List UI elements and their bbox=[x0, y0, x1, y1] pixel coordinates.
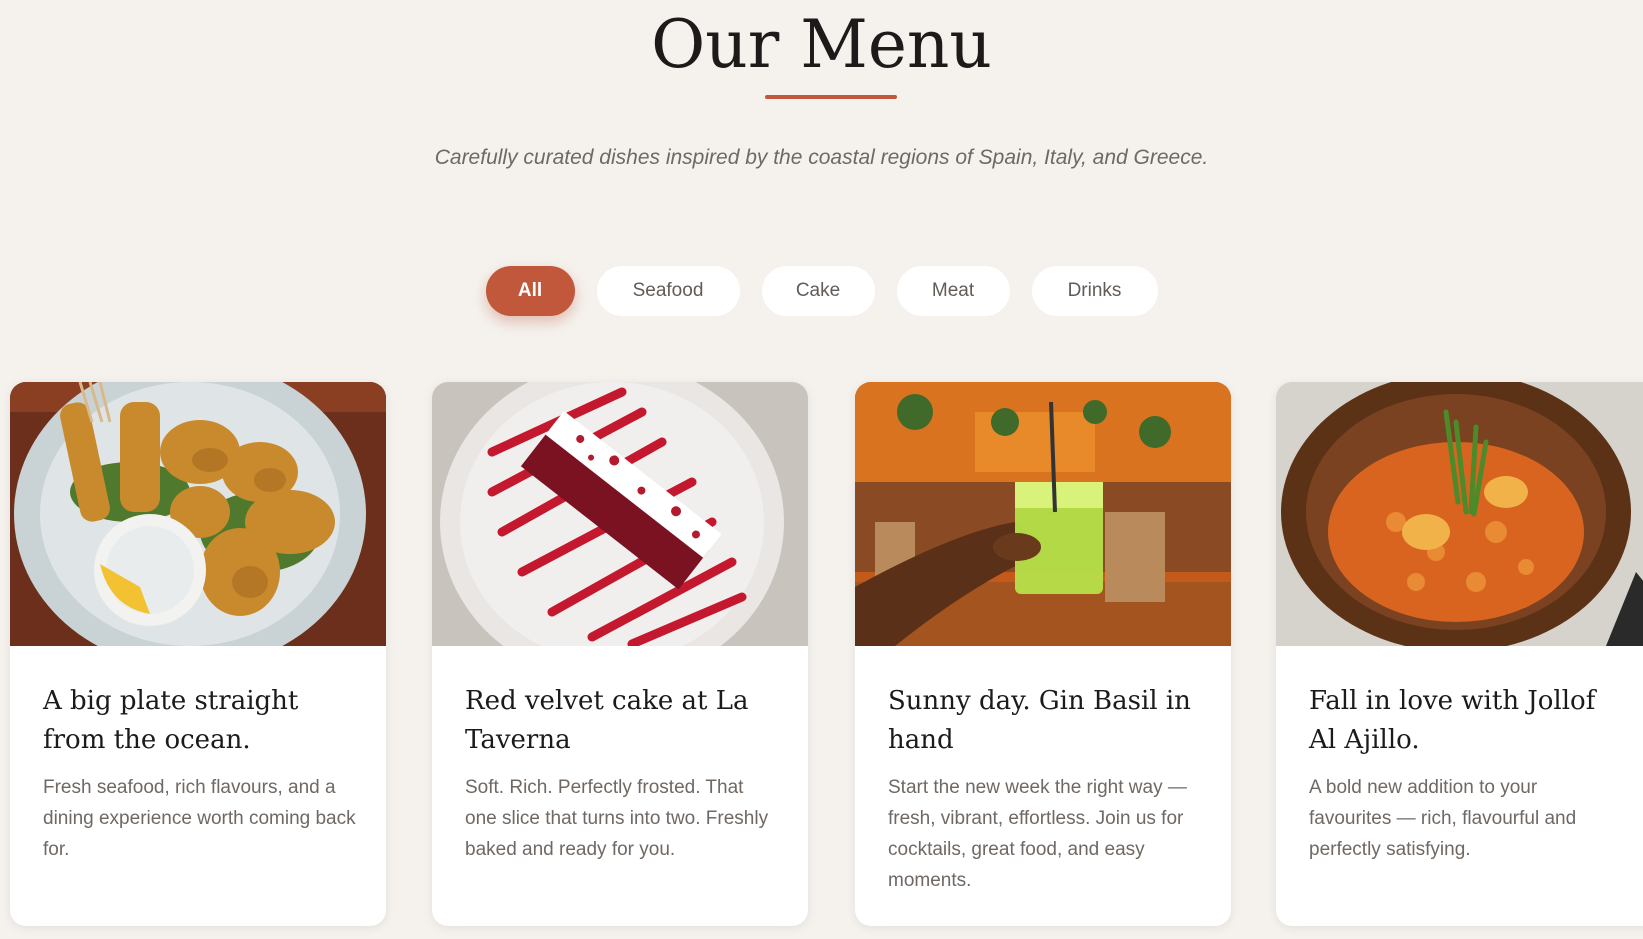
filter-cake[interactable]: Cake bbox=[761, 266, 875, 316]
card-title: A big plate straight from the ocean. bbox=[43, 686, 299, 755]
menu-card-cake[interactable]: Red velvet cake at La Taverna Soft. Rich… bbox=[432, 382, 808, 926]
title-underline bbox=[765, 95, 897, 99]
card-title: Fall in love with Jollof Al Ajillo. bbox=[1309, 686, 1596, 755]
menu-card-jollof[interactable]: Fall in love with Jollof Al Ajillo. A bo… bbox=[1276, 382, 1643, 926]
card-title: Sunny day. Gin Basil in hand bbox=[888, 686, 1191, 755]
page-title: Our Menu bbox=[651, 6, 992, 83]
red-velvet-cake-photo bbox=[432, 382, 808, 646]
card-description: A bold new addition to your favourites —… bbox=[1309, 777, 1577, 860]
filter-drinks[interactable]: Drinks bbox=[1031, 266, 1158, 316]
card-description: Fresh seafood, rich flavours, and a dini… bbox=[43, 777, 356, 860]
category-filters: All Seafood Cake Meat Drinks bbox=[0, 266, 1643, 316]
menu-page: Our Menu Carefully curated dishes inspir… bbox=[0, 0, 1643, 939]
gin-basil-cocktail-photo bbox=[855, 382, 1231, 646]
card-description: Soft. Rich. Perfectly frosted. That one … bbox=[465, 777, 769, 860]
filter-all[interactable]: All bbox=[485, 266, 575, 316]
card-title: Red velvet cake at La Taverna bbox=[465, 686, 749, 755]
menu-card-drinks[interactable]: Sunny day. Gin Basil in hand Start the n… bbox=[855, 382, 1231, 926]
menu-cards: A big plate straight from the ocean. Fre… bbox=[0, 382, 1643, 939]
menu-card-seafood[interactable]: A big plate straight from the ocean. Fre… bbox=[10, 382, 386, 926]
filter-meat[interactable]: Meat bbox=[896, 266, 1010, 316]
jollof-rice-bowl-photo bbox=[1276, 382, 1643, 646]
filter-seafood[interactable]: Seafood bbox=[596, 266, 740, 316]
card-description: Start the new week the right way — fresh… bbox=[888, 777, 1187, 891]
page-subtitle: Carefully curated dishes inspired by the… bbox=[434, 146, 1209, 169]
fried-seafood-platter-photo bbox=[10, 382, 386, 646]
